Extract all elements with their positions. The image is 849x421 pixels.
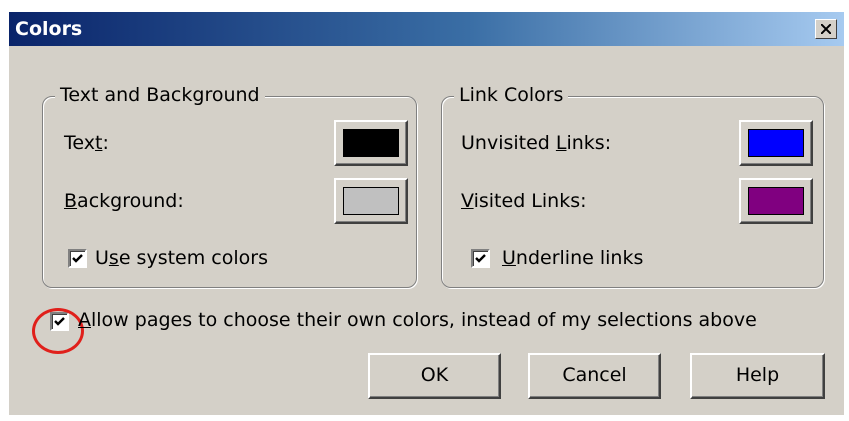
help-button[interactable]: Help — [690, 353, 825, 399]
visited-links-color-button[interactable] — [739, 178, 813, 224]
allow-pages-colors-label[interactable]: Allow pages to choose their own colors, … — [78, 309, 757, 331]
text-color-swatch — [343, 129, 399, 157]
cancel-button[interactable]: Cancel — [528, 353, 661, 399]
close-icon — [821, 24, 831, 34]
group-legend: Text and Background — [55, 84, 265, 106]
window-title: Colors — [15, 18, 83, 40]
use-system-colors-checkbox[interactable] — [68, 249, 87, 268]
ok-button[interactable]: OK — [368, 353, 501, 399]
visited-links-swatch — [748, 187, 804, 215]
underline-links-checkbox[interactable] — [471, 249, 490, 268]
background-color-swatch — [343, 187, 399, 215]
unvisited-links-label: Unvisited Links: — [461, 132, 612, 154]
checkmark-icon — [72, 254, 83, 263]
background-color-label: Background: — [64, 190, 184, 212]
text-color-button[interactable] — [334, 120, 408, 166]
unvisited-links-color-button[interactable] — [739, 120, 813, 166]
group-legend: Link Colors — [454, 84, 569, 106]
visited-links-label: Visited Links: — [461, 190, 587, 212]
underline-links-label[interactable]: Underline links — [502, 247, 643, 269]
checkmark-icon — [475, 254, 486, 263]
close-button[interactable] — [815, 19, 837, 39]
background-color-button[interactable] — [334, 178, 408, 224]
text-color-label: Text: — [64, 132, 109, 154]
use-system-colors-label[interactable]: Use system colors — [95, 247, 268, 269]
unvisited-links-swatch — [748, 129, 804, 157]
highlight-circle — [32, 308, 84, 354]
colors-dialog: Colors Text and Background Text: Backgro… — [9, 12, 844, 415]
title-bar[interactable]: Colors — [9, 12, 844, 46]
